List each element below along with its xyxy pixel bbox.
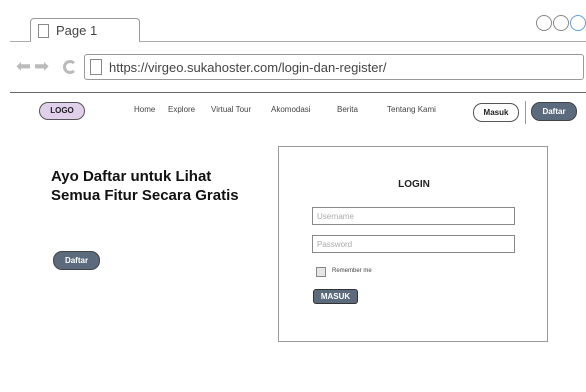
masuk-submit-button[interactable]: MASUK: [313, 289, 358, 304]
nav-akomodasi[interactable]: Akomodasi: [271, 105, 311, 114]
nav-berita[interactable]: Berita: [337, 105, 358, 114]
reload-icon[interactable]: [63, 60, 77, 74]
hero-title: Ayo Daftar untuk Lihat Semua Fitur Secar…: [51, 168, 239, 204]
address-bar[interactable]: https://virgeo.sukahoster.com/login-dan-…: [84, 54, 584, 80]
minimize-icon[interactable]: [536, 15, 552, 31]
browser-tab[interactable]: Page 1: [30, 18, 140, 42]
close-icon[interactable]: [570, 15, 586, 31]
url-text[interactable]: https://virgeo.sukahoster.com/login-dan-…: [109, 60, 386, 75]
nav-tentang-kami[interactable]: Tentang Kami: [387, 105, 436, 114]
page-icon: [90, 59, 102, 75]
remember-me-label: Remember me: [332, 268, 372, 274]
forward-arrow-icon[interactable]: ➡: [32, 56, 50, 77]
nav-virtual-tour[interactable]: Virtual Tour: [211, 105, 251, 114]
page-icon: [38, 24, 49, 38]
masuk-button[interactable]: Masuk: [473, 103, 519, 122]
hero-daftar-button[interactable]: Daftar: [53, 251, 100, 270]
login-form: LOGIN Remember me MASUK: [278, 146, 548, 342]
password-input[interactable]: [312, 235, 515, 253]
maximize-icon[interactable]: [553, 15, 569, 31]
remember-me-checkbox[interactable]: [316, 267, 326, 277]
tab-strip-gap: [31, 41, 139, 42]
nav-home[interactable]: Home: [134, 105, 155, 114]
header-separator: [525, 101, 526, 124]
browser-chrome: Page 1 ⬅ ➡ https://virgeo.sukahoster.com/…: [0, 0, 586, 92]
nav-buttons: ⬅ ➡: [14, 56, 50, 77]
login-title: LOGIN: [398, 179, 430, 190]
site-logo[interactable]: LOGO: [39, 102, 85, 120]
username-input[interactable]: [312, 207, 515, 225]
nav-explore[interactable]: Explore: [168, 105, 195, 114]
chrome-divider: [10, 92, 586, 93]
daftar-button[interactable]: Daftar: [531, 102, 577, 121]
tab-title: Page 1: [56, 23, 98, 38]
back-arrow-icon[interactable]: ⬅: [14, 56, 32, 77]
